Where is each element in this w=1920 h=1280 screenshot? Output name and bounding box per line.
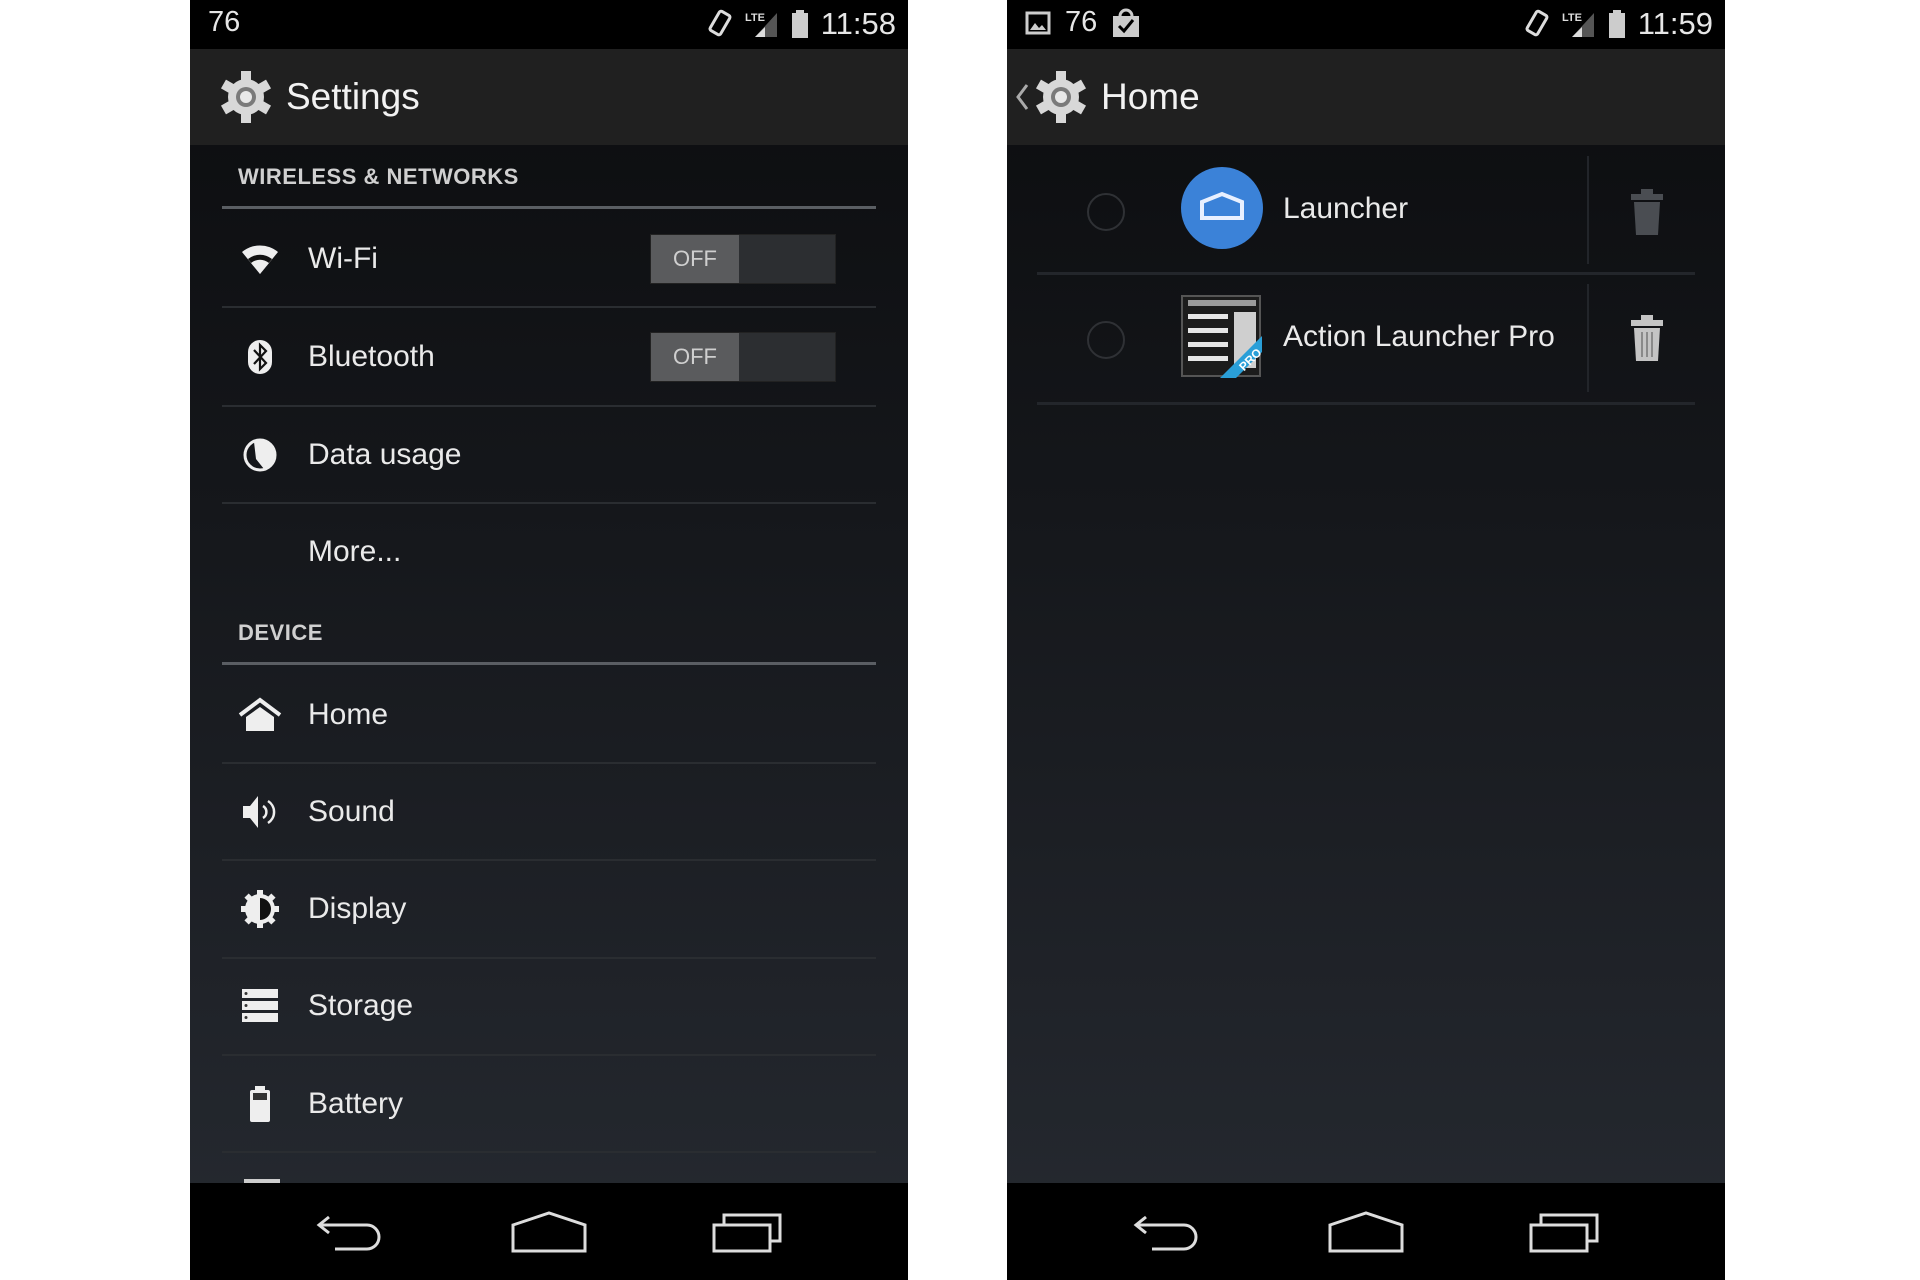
data-usage-icon <box>243 438 277 472</box>
trash-icon <box>1631 315 1663 361</box>
home-nav-button[interactable] <box>1321 1202 1411 1262</box>
display-label: Display <box>308 892 407 925</box>
settings-item-bluetooth[interactable]: Bluetooth OFF <box>222 309 876 405</box>
action-launcher-pro-label: Action Launcher Pro <box>1283 320 1555 353</box>
display-icon <box>241 890 279 928</box>
bluetooth-label: Bluetooth <box>308 340 435 373</box>
sound-icon <box>243 796 276 828</box>
chevron-left-icon <box>1016 84 1029 110</box>
svg-text:LTE: LTE <box>745 12 765 24</box>
notification-count: 76 <box>1065 6 1098 38</box>
svg-text:LTE: LTE <box>1562 12 1582 24</box>
back-icon <box>1133 1215 1198 1250</box>
back-button[interactable] <box>305 1202 395 1262</box>
wifi-icon <box>242 245 278 274</box>
storage-label: Storage <box>308 989 414 1022</box>
home-selection-screen: 76 LTE 11:59 Home Launcher PRO Action La… <box>1007 0 1725 1280</box>
recents-icon <box>1529 1213 1599 1252</box>
delete-action-launcher-pro-button[interactable] <box>1623 306 1671 370</box>
settings-item-display[interactable]: Display <box>222 861 876 957</box>
home-app-row-launcher[interactable]: Launcher <box>1037 150 1695 270</box>
delete-launcher-icon <box>1631 189 1663 235</box>
battery-settings-icon <box>250 1086 270 1122</box>
settings-item-storage[interactable]: Storage <box>222 958 876 1054</box>
back-icon <box>316 1215 381 1250</box>
section-header-wireless: WIRELESS & NETWORKS <box>222 164 876 209</box>
gallery-icon <box>1025 11 1051 34</box>
rotate-icon <box>1525 9 1549 37</box>
settings-item-battery[interactable]: Battery <box>222 1056 876 1152</box>
separator <box>1587 284 1589 392</box>
status-bar: 76 LTE 11:58 <box>190 0 908 49</box>
home-icon <box>238 697 282 731</box>
recents-button[interactable] <box>703 1202 793 1262</box>
home-app-row-action-launcher-pro[interactable]: PRO Action Launcher Pro <box>1037 276 1695 400</box>
notification-count: 76 <box>208 6 241 38</box>
wifi-toggle[interactable]: OFF <box>650 234 836 284</box>
home-nav-icon <box>1328 1210 1404 1252</box>
back-button[interactable] <box>1122 1202 1212 1262</box>
home-nav-icon <box>511 1210 587 1252</box>
storage-icon <box>242 989 278 1022</box>
clock: 11:59 <box>1637 6 1713 41</box>
action-bar[interactable]: Home <box>1007 49 1725 145</box>
battery-icon <box>791 10 808 38</box>
action-launcher-pro-icon: PRO <box>1181 295 1264 378</box>
bluetooth-toggle[interactable]: OFF <box>650 332 836 382</box>
settings-screen: 76 LTE 11:58 Settings WIRELESS & NETWORK… <box>190 0 908 1280</box>
settings-item-sound[interactable]: Sound <box>222 764 876 860</box>
rotate-icon <box>708 9 732 37</box>
more-label: More... <box>308 535 402 568</box>
wifi-label: Wi-Fi <box>308 242 378 275</box>
home-nav-button[interactable] <box>504 1202 594 1262</box>
recents-icon <box>712 1213 782 1252</box>
lte-signal-icon: LTE <box>745 12 777 37</box>
settings-gear-icon <box>220 71 272 123</box>
divider <box>222 306 876 308</box>
page-title: Settings <box>286 76 420 117</box>
shopping-bag-check-icon <box>1113 8 1140 37</box>
battery-icon <box>1608 10 1625 38</box>
navigation-bar <box>1007 1183 1725 1280</box>
launcher-label: Launcher <box>1283 192 1409 225</box>
battery-label: Battery <box>308 1087 404 1120</box>
home-label: Home <box>308 698 389 731</box>
navigation-bar <box>190 1183 908 1280</box>
sound-label: Sound <box>308 795 395 828</box>
launcher-icon <box>1181 167 1263 249</box>
settings-item-more[interactable]: More... <box>222 504 876 600</box>
divider <box>222 1151 876 1153</box>
section-header-device: DEVICE <box>222 620 876 665</box>
divider <box>1037 272 1695 275</box>
separator <box>1587 156 1589 264</box>
launcher-radio[interactable] <box>1087 193 1125 231</box>
page-title: Home <box>1101 76 1200 117</box>
status-bar: 76 LTE 11:59 <box>1007 0 1725 49</box>
settings-item-data-usage[interactable]: Data usage <box>222 407 876 503</box>
settings-item-home[interactable]: Home <box>222 667 876 763</box>
data-usage-label: Data usage <box>308 438 462 471</box>
action-launcher-pro-radio[interactable] <box>1087 321 1125 359</box>
clock: 11:58 <box>820 6 896 41</box>
settings-item-wifi[interactable]: Wi-Fi OFF <box>222 211 876 307</box>
settings-gear-icon <box>1035 71 1087 123</box>
recents-button[interactable] <box>1520 1202 1610 1262</box>
lte-signal-icon: LTE <box>1562 12 1594 37</box>
divider <box>1037 402 1695 405</box>
action-bar: Settings <box>190 49 908 145</box>
bluetooth-icon <box>248 340 272 374</box>
